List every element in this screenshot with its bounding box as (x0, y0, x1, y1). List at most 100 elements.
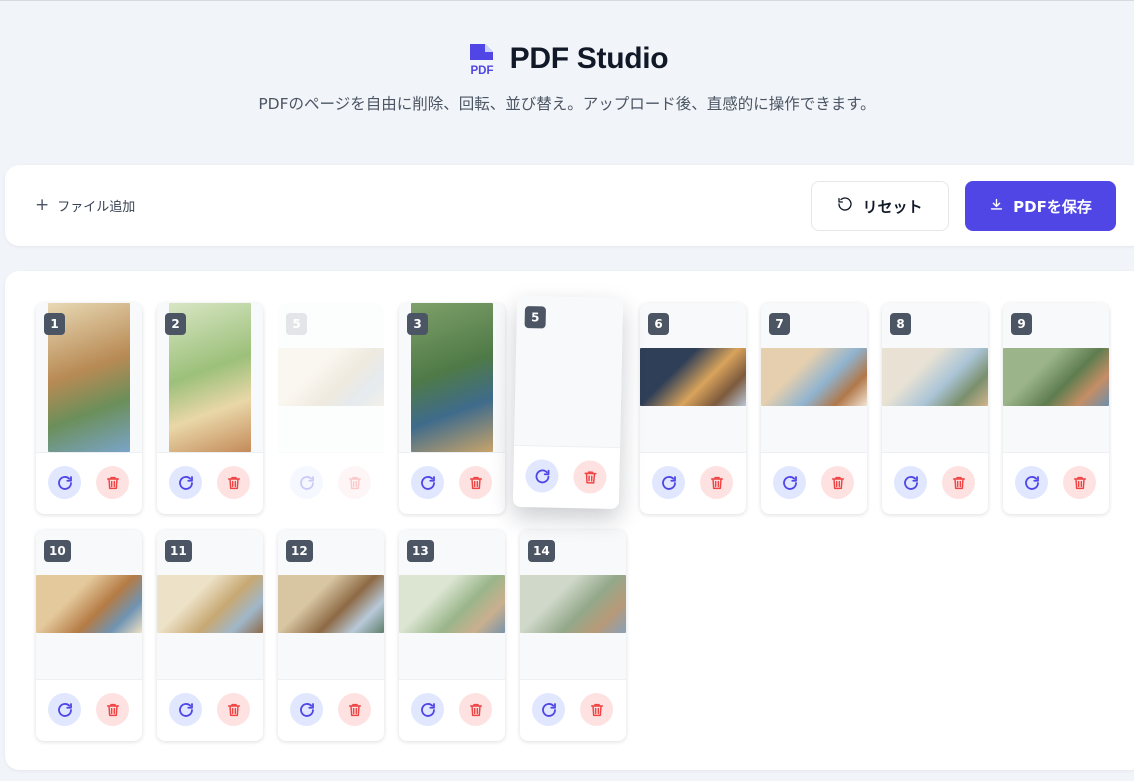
rotate-page-button[interactable] (652, 466, 685, 499)
page-card[interactable]: 6 (640, 303, 746, 514)
rotate-page-button[interactable] (773, 466, 806, 499)
page-number-badge: 2 (165, 313, 186, 335)
rotate-page-button[interactable] (1015, 466, 1048, 499)
delete-page-button[interactable] (580, 693, 613, 726)
delete-page-button[interactable] (459, 466, 492, 499)
delete-page-button[interactable] (700, 466, 733, 499)
rotate-page-button[interactable] (894, 466, 927, 499)
page-illustration (640, 348, 746, 406)
card-divider (278, 679, 384, 680)
page-card[interactable]: 3 (399, 303, 505, 514)
rotate-page-button[interactable] (532, 693, 565, 726)
page-card[interactable]: 12 (278, 530, 384, 741)
title-row: PDF PDF Studio (0, 38, 1134, 80)
page-card[interactable]: 8 (882, 303, 988, 514)
trash-icon (709, 475, 725, 491)
rotate-cw-icon (660, 474, 678, 492)
rotate-cw-icon (902, 474, 920, 492)
trash-icon (830, 475, 846, 491)
page-header: PDF PDF Studio PDFのページを自由に削除、回転、並び替え。アップ… (0, 0, 1134, 150)
page-card[interactable]: 11 (157, 530, 263, 741)
page-card[interactable]: 2 (157, 303, 263, 514)
delete-page-button[interactable] (96, 693, 129, 726)
page-number-badge: 6 (648, 313, 669, 335)
trash-icon (347, 475, 363, 491)
page-card-dragging[interactable]: 5 (512, 295, 624, 510)
delete-page-button[interactable] (942, 466, 975, 499)
rotate-cw-icon (419, 474, 437, 492)
add-file-button[interactable]: + ファイル追加 (35, 196, 136, 216)
logo-text: PDF (470, 65, 493, 76)
rotate-page-button[interactable] (525, 459, 559, 493)
card-divider (157, 679, 263, 680)
rotate-cw-icon (298, 474, 316, 492)
page-card[interactable]: 7 (761, 303, 867, 514)
page-illustration (520, 575, 626, 633)
rotate-page-button[interactable] (290, 693, 323, 726)
card-divider (157, 452, 263, 453)
page-number-badge: 10 (44, 540, 71, 562)
delete-page-button[interactable] (821, 466, 854, 499)
page-number-badge: 11 (165, 540, 192, 562)
rotate-page-button[interactable] (411, 693, 444, 726)
card-divider (640, 452, 746, 453)
card-divider (761, 452, 867, 453)
delete-page-button[interactable] (573, 460, 607, 494)
download-icon (989, 197, 1004, 216)
delete-page-button[interactable] (338, 466, 371, 499)
delete-page-button[interactable] (217, 693, 250, 726)
reset-label: リセット (862, 197, 923, 216)
page-illustration (761, 348, 867, 406)
page-card[interactable]: 14 (520, 530, 626, 741)
page-card-drop-placeholder[interactable]: 5 (278, 303, 384, 514)
page-number-badge: 9 (1011, 313, 1032, 335)
page-number-badge: 13 (407, 540, 434, 562)
trash-icon (105, 475, 121, 491)
trash-icon (468, 475, 484, 491)
pdf-file-icon: PDF (466, 42, 498, 77)
rotate-page-button[interactable] (290, 466, 323, 499)
page-card[interactable]: 13 (399, 530, 505, 741)
rotate-page-button[interactable] (411, 466, 444, 499)
page-illustration (399, 575, 505, 633)
card-divider (36, 679, 142, 680)
delete-page-button[interactable] (338, 693, 371, 726)
add-file-label: ファイル追加 (57, 200, 136, 215)
page-number-badge: 5 (524, 306, 547, 329)
trash-icon (226, 702, 242, 718)
page-illustration (1003, 348, 1109, 406)
app-subtitle: PDFのページを自由に削除、回転、並び替え。アップロード後、直感的に操作できます… (258, 95, 876, 113)
page-illustration (882, 348, 988, 406)
page-number-badge: 5 (286, 313, 307, 335)
rotate-cw-icon (56, 701, 74, 719)
rotate-cw-icon (781, 474, 799, 492)
page-illustration (157, 575, 263, 633)
delete-page-button[interactable] (459, 693, 492, 726)
reset-button[interactable]: リセット (811, 181, 949, 231)
delete-page-button[interactable] (96, 466, 129, 499)
page-illustration (278, 575, 384, 633)
rotate-page-button[interactable] (169, 466, 202, 499)
trash-icon (105, 702, 121, 718)
rotate-page-button[interactable] (48, 693, 81, 726)
page-card[interactable]: 1 (36, 303, 142, 514)
rotate-cw-icon (177, 701, 195, 719)
card-divider (36, 452, 142, 453)
rotate-cw-icon (1023, 474, 1041, 492)
card-divider (399, 452, 505, 453)
page-number-badge: 14 (528, 540, 555, 562)
card-divider (1003, 452, 1109, 453)
page-illustration (278, 348, 384, 406)
page-number-badge: 1 (44, 313, 65, 335)
page-card[interactable]: 10 (36, 530, 142, 741)
trash-icon (347, 702, 363, 718)
delete-page-button[interactable] (217, 466, 250, 499)
save-label: PDFを保存 (1013, 197, 1092, 216)
rotate-page-button[interactable] (48, 466, 81, 499)
save-pdf-button[interactable]: PDFを保存 (965, 181, 1116, 231)
page-card[interactable]: 9 (1003, 303, 1109, 514)
trash-icon (582, 469, 598, 485)
rotate-page-button[interactable] (169, 693, 202, 726)
delete-page-button[interactable] (1063, 466, 1096, 499)
rotate-cw-icon (540, 701, 558, 719)
